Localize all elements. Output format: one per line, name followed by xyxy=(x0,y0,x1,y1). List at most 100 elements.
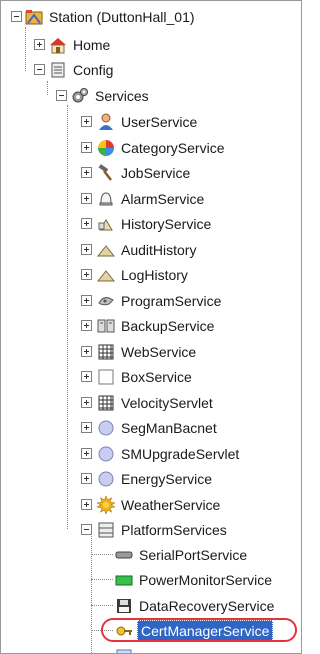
expand-toggle[interactable] xyxy=(81,346,92,357)
tree-node-velocity-servlet[interactable]: VelocityServlet xyxy=(97,392,215,414)
serial-port-icon xyxy=(115,546,133,564)
tree-node-weather-service[interactable]: WeatherService xyxy=(97,494,222,516)
tree-node-label: SerialPortService xyxy=(139,547,248,563)
tree-node-energy-service[interactable]: EnergyService xyxy=(97,468,214,490)
tree-node-segman-bacnet[interactable]: SegManBacnet xyxy=(97,417,219,439)
box-icon xyxy=(97,368,115,386)
tree-node-label: EnergyService xyxy=(121,471,213,487)
web-icon xyxy=(97,394,115,412)
expand-toggle[interactable] xyxy=(81,193,92,204)
station-icon xyxy=(25,8,43,26)
tree-node-history-service[interactable]: HistoryService xyxy=(97,213,213,235)
collapse-toggle[interactable] xyxy=(11,11,22,22)
hammer-icon xyxy=(97,164,115,182)
floppy-icon xyxy=(115,597,133,615)
tree-node-power-monitor-service[interactable]: PowerMonitorService xyxy=(115,569,274,591)
tree-node-label: JobService xyxy=(121,165,191,181)
services-gear-icon xyxy=(71,87,89,105)
tree-connector xyxy=(91,605,113,606)
tree-node-partial xyxy=(115,646,137,653)
triangle-icon xyxy=(97,266,115,284)
tree-node-label: BackupService xyxy=(121,318,215,334)
tree-node-label: AlarmService xyxy=(121,191,205,207)
expand-toggle[interactable] xyxy=(81,167,92,178)
expand-toggle[interactable] xyxy=(81,422,92,433)
tree-node-program-service[interactable]: ProgramService xyxy=(97,290,223,312)
tree-node-alarm-service[interactable]: AlarmService xyxy=(97,188,206,210)
collapse-toggle[interactable] xyxy=(34,64,45,75)
tree-connector xyxy=(91,531,92,653)
circle-icon xyxy=(97,445,115,463)
sun-icon xyxy=(97,496,115,514)
expand-toggle[interactable] xyxy=(81,320,92,331)
tree-node-label: Home xyxy=(73,37,111,53)
web-icon xyxy=(97,343,115,361)
tree-node-home[interactable]: Home xyxy=(49,34,112,56)
expand-toggle[interactable] xyxy=(81,499,92,510)
battery-icon xyxy=(115,571,133,589)
annotation-highlight-ring xyxy=(101,618,297,642)
backup-icon xyxy=(97,317,115,335)
tree-node-data-recovery-service[interactable]: DataRecoveryService xyxy=(115,595,276,617)
tree-connector xyxy=(91,554,113,555)
collapse-toggle[interactable] xyxy=(81,524,92,535)
tree-connector xyxy=(91,579,113,580)
expand-toggle[interactable] xyxy=(81,244,92,255)
tree-node-user-service[interactable]: UserService xyxy=(97,111,199,133)
tree-node-job-service[interactable]: JobService xyxy=(97,162,192,184)
tree-node-label: LogHistory xyxy=(121,267,188,283)
tree-node-config[interactable]: Config xyxy=(49,59,115,81)
expand-toggle[interactable] xyxy=(81,295,92,306)
expand-toggle[interactable] xyxy=(81,473,92,484)
user-icon xyxy=(97,113,115,131)
tree-node-category-service[interactable]: CategoryService xyxy=(97,137,227,159)
tree-node-web-service[interactable]: WebService xyxy=(97,341,198,363)
tree-node-label: UserService xyxy=(121,114,198,130)
triangle-icon xyxy=(97,241,115,259)
tree-node-log-history[interactable]: LogHistory xyxy=(97,264,190,286)
config-icon xyxy=(49,61,67,79)
category-icon xyxy=(97,139,115,157)
tree-node-label: PowerMonitorService xyxy=(139,572,273,588)
expand-toggle[interactable] xyxy=(34,39,45,50)
tree-node-label: BoxService xyxy=(121,369,192,385)
tree-node-services[interactable]: Services xyxy=(71,85,151,107)
navigation-tree: Station (DuttonHall_01) Home Config Serv… xyxy=(0,0,302,654)
tree-node-label: ProgramService xyxy=(121,293,222,309)
tree-node-label: PlatformServices xyxy=(121,522,227,538)
tree-node-audit-history[interactable]: AuditHistory xyxy=(97,239,198,261)
circle-icon xyxy=(97,470,115,488)
module-icon xyxy=(115,648,133,653)
tree-node-smupgrade-servlet[interactable]: SMUpgradeServlet xyxy=(97,443,241,465)
tree-connector xyxy=(47,81,48,95)
tree-node-label: SegManBacnet xyxy=(121,420,217,436)
expand-toggle[interactable] xyxy=(81,218,92,229)
tree-node-station[interactable]: Station (DuttonHall_01) xyxy=(25,6,197,28)
circle-icon xyxy=(97,419,115,437)
tree-node-platform-services[interactable]: PlatformServices xyxy=(97,519,229,541)
tree-node-box-service[interactable]: BoxService xyxy=(97,366,194,388)
expand-toggle[interactable] xyxy=(81,116,92,127)
program-icon xyxy=(97,292,115,310)
expand-toggle[interactable] xyxy=(81,448,92,459)
tree-node-label: AuditHistory xyxy=(121,242,197,258)
tree-node-label: CategoryService xyxy=(121,140,225,156)
expand-toggle[interactable] xyxy=(81,142,92,153)
tree-node-label: DataRecoveryService xyxy=(139,598,275,614)
expand-toggle[interactable] xyxy=(81,371,92,382)
tree-node-label: Config xyxy=(73,62,114,78)
tree-node-label: HistoryService xyxy=(121,216,212,232)
tree-connector xyxy=(67,105,68,529)
home-icon xyxy=(49,36,67,54)
expand-toggle[interactable] xyxy=(81,269,92,280)
bell-icon xyxy=(97,190,115,208)
tree-node-label: WebService xyxy=(121,344,197,360)
tree-node-label: Station (DuttonHall_01) xyxy=(49,9,195,25)
expand-toggle[interactable] xyxy=(81,397,92,408)
tree-connector xyxy=(25,27,26,71)
tree-node-label: SMUpgradeServlet xyxy=(121,446,240,462)
tree-node-backup-service[interactable]: BackupService xyxy=(97,315,216,337)
tree-node-serial-port-service[interactable]: SerialPortService xyxy=(115,544,249,566)
history-icon xyxy=(97,215,115,233)
collapse-toggle[interactable] xyxy=(56,90,67,101)
